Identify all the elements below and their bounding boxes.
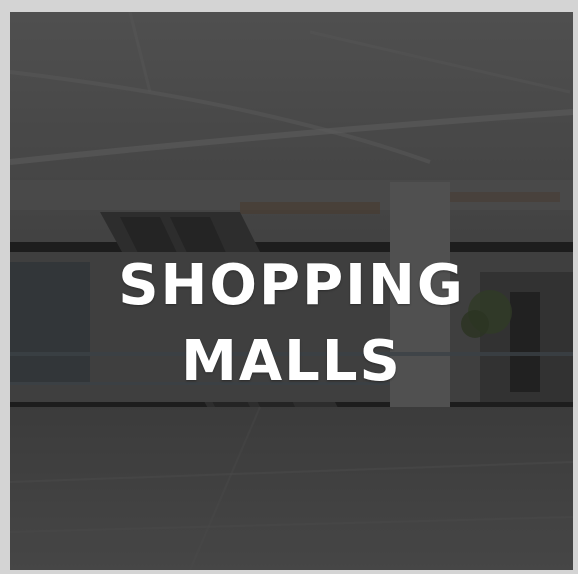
shopping-malls-tile[interactable]: SHOPPING MALLS bbox=[10, 12, 573, 570]
tile-title-line1: SHOPPING bbox=[118, 253, 465, 318]
tile-title: SHOPPING MALLS bbox=[10, 248, 573, 400]
frame: SHOPPING MALLS bbox=[0, 0, 578, 574]
tile-title-line2: MALLS bbox=[181, 329, 402, 394]
